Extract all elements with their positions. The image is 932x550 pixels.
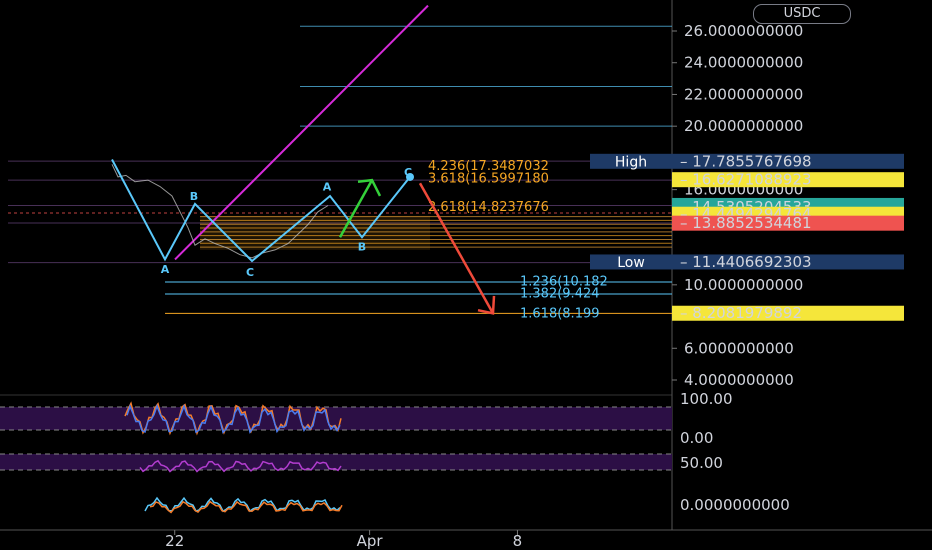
price-tag-5[interactable]: – 13.8852534481 xyxy=(672,214,904,232)
price-tag-name-6: Low xyxy=(617,255,645,271)
price-tag-6[interactable]: Low – 11.4406692303 xyxy=(590,253,904,271)
wave-label-2: C xyxy=(246,266,254,279)
price-tag-0[interactable]: High – 17.7855767698 xyxy=(590,152,904,170)
price-tag-value-6: – 11.4406692303 xyxy=(680,253,812,271)
wave-label-3: A xyxy=(323,180,332,193)
price-tick-label-7: 4.0000000000 xyxy=(684,371,794,389)
fib-label-4: 1.382(9.424 xyxy=(520,287,600,302)
fib-label-5: 1.618(8.199 xyxy=(520,306,600,321)
price-tick-label-5: 10.0000000000 xyxy=(684,276,803,294)
pane2-band xyxy=(0,454,672,470)
price-tick-label-2: 22.0000000000 xyxy=(684,85,803,103)
price-tick-label-1: 24.0000000000 xyxy=(684,54,803,72)
wave-label-5: C xyxy=(404,166,412,179)
time-tick-label-1: Apr xyxy=(357,532,384,550)
wave-label-4: B xyxy=(358,241,366,254)
price-tag-value-5: – 13.8852534481 xyxy=(680,214,812,232)
pane3-zero-label: 0.0000000000 xyxy=(680,496,790,514)
price-tag-value-1: – 16.6271088923 xyxy=(680,171,812,189)
fib-label-2: 2.618(14.8237676 xyxy=(428,200,549,215)
chart-canvas[interactable]: 4.236(17.34870323.618(16.59971802.618(14… xyxy=(0,0,932,550)
price-tick-label-3: 20.0000000000 xyxy=(684,117,803,135)
price-tag-value-0: – 17.7855767698 xyxy=(680,152,812,170)
symbol-badge[interactable]: USDC xyxy=(753,4,851,24)
pane2-mid-label: 50.00 xyxy=(680,454,723,472)
fib-label-1: 3.618(16.5997180 xyxy=(428,172,549,187)
rsi-lower-label: 0.00 xyxy=(680,429,713,447)
green-arrowhead xyxy=(357,178,382,197)
rsi-upper-label: 100.00 xyxy=(680,390,733,408)
price-tick-label-0: 26.0000000000 xyxy=(684,22,803,40)
price-tag-1[interactable]: – 16.6271088923 xyxy=(672,171,904,189)
wave-label-0: A xyxy=(161,263,170,276)
time-tick-label-2: 8 xyxy=(513,532,523,550)
wave-label-1: B xyxy=(190,190,198,203)
price-tag-7[interactable]: – 8.2081979892 xyxy=(672,304,904,322)
time-tick-label-0: 22 xyxy=(165,532,184,550)
price-tick-label-6: 6.0000000000 xyxy=(684,339,794,357)
price-tag-name-0: High xyxy=(615,154,647,170)
price-tag-value-7: – 8.2081979892 xyxy=(680,304,802,322)
